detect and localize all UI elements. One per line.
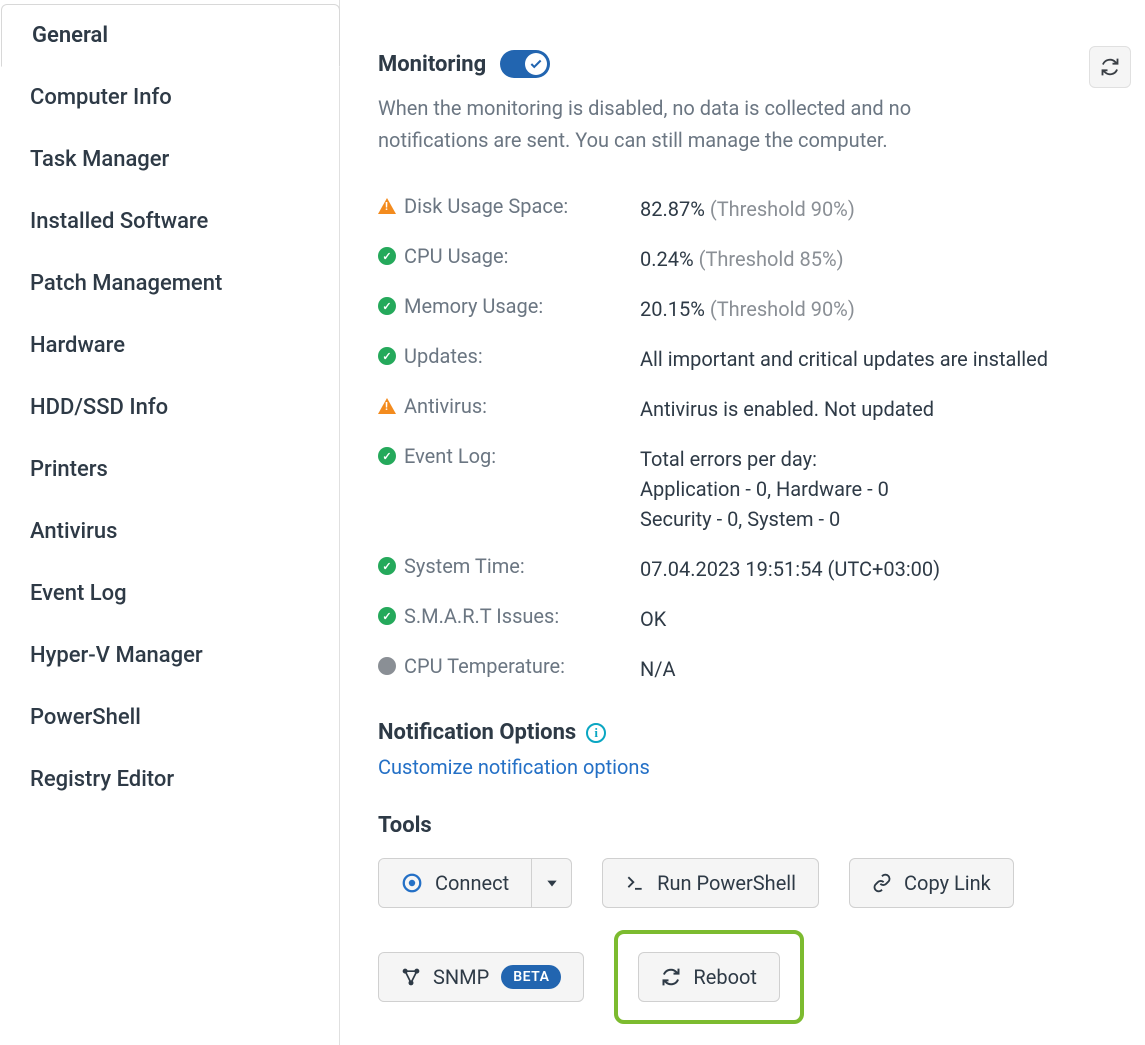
metric-value: OK xyxy=(640,604,666,634)
chevron-down-icon xyxy=(545,876,559,890)
reboot-icon xyxy=(661,967,681,987)
monitoring-toggle[interactable] xyxy=(500,50,550,78)
tab-event-log[interactable]: Event Log xyxy=(0,563,339,625)
run-powershell-button[interactable]: Run PowerShell xyxy=(602,858,819,908)
metric-memory-usage: ✓ Memory Usage: 20.15% (Threshold 90%) xyxy=(378,284,1107,334)
content-panel: Monitoring When the monitoring is disabl… xyxy=(340,0,1145,1045)
tab-hdd-ssd-info[interactable]: HDD/SSD Info xyxy=(0,377,339,439)
beta-badge: BETA xyxy=(501,965,561,989)
tab-antivirus[interactable]: Antivirus xyxy=(0,501,339,563)
tab-computer-info[interactable]: Computer Info xyxy=(0,67,339,129)
connect-split-button: Connect xyxy=(378,858,572,908)
tab-task-manager[interactable]: Task Manager xyxy=(0,129,339,191)
reboot-highlight: Reboot xyxy=(614,930,804,1024)
metric-label: S.M.A.R.T Issues: xyxy=(404,604,559,628)
notification-options-heading: Notification Options i xyxy=(378,720,606,745)
metric-disk-usage: Disk Usage Space: 82.87% (Threshold 90%) xyxy=(378,184,1107,234)
monitoring-subtext: When the monitoring is disabled, no data… xyxy=(378,92,938,156)
snmp-button[interactable]: SNMP BETA xyxy=(378,952,584,1002)
ok-icon: ✓ xyxy=(378,297,396,315)
metrics-list: Disk Usage Space: 82.87% (Threshold 90%)… xyxy=(378,184,1107,694)
metric-system-time: ✓ System Time: 07.04.2023 19:51:54 (UTC+… xyxy=(378,544,1107,594)
sidebar: General Computer Info Task Manager Insta… xyxy=(0,0,340,1045)
metric-label: Antivirus: xyxy=(404,394,487,418)
metric-value: 07.04.2023 19:51:54 (UTC+03:00) xyxy=(640,554,940,584)
connect-icon xyxy=(401,872,423,894)
metric-smart: ✓ S.M.A.R.T Issues: OK xyxy=(378,594,1107,644)
tab-powershell[interactable]: PowerShell xyxy=(0,687,339,749)
tab-hardware[interactable]: Hardware xyxy=(0,315,339,377)
na-icon xyxy=(378,657,396,675)
metric-antivirus: Antivirus: Antivirus is enabled. Not upd… xyxy=(378,384,1107,434)
tab-hyperv-manager[interactable]: Hyper-V Manager xyxy=(0,625,339,687)
metric-value: N/A xyxy=(640,654,676,684)
connect-dropdown[interactable] xyxy=(532,858,572,908)
refresh-button[interactable] xyxy=(1089,46,1131,88)
metric-label: System Time: xyxy=(404,554,525,578)
ok-icon: ✓ xyxy=(378,607,396,625)
info-icon[interactable]: i xyxy=(586,723,606,743)
terminal-icon xyxy=(625,873,645,893)
metric-cpu-usage: ✓ CPU Usage: 0.24% (Threshold 85%) xyxy=(378,234,1107,284)
metric-value: 0.24% (Threshold 85%) xyxy=(640,244,844,274)
copy-link-button[interactable]: Copy Link xyxy=(849,858,1014,908)
metric-label: CPU Temperature: xyxy=(404,654,565,678)
metric-cpu-temp: CPU Temperature: N/A xyxy=(378,644,1107,694)
metric-label: Updates: xyxy=(404,344,483,368)
warning-icon xyxy=(378,198,396,214)
tab-patch-management[interactable]: Patch Management xyxy=(0,253,339,315)
ok-icon: ✓ xyxy=(378,247,396,265)
warning-icon xyxy=(378,398,396,414)
metric-label: Event Log: xyxy=(404,444,496,468)
ok-icon: ✓ xyxy=(378,347,396,365)
tab-printers[interactable]: Printers xyxy=(0,439,339,501)
metric-value: Total errors per day: Application - 0, H… xyxy=(640,444,889,534)
customize-notifications-link[interactable]: Customize notification options xyxy=(378,755,650,779)
check-icon xyxy=(525,53,547,75)
reboot-button[interactable]: Reboot xyxy=(638,952,780,1002)
metric-value: 82.87% (Threshold 90%) xyxy=(640,194,855,224)
metric-label: Disk Usage Space: xyxy=(404,194,568,218)
metric-label: CPU Usage: xyxy=(404,244,508,268)
connect-button[interactable]: Connect xyxy=(378,858,532,908)
metric-value: All important and critical updates are i… xyxy=(640,344,1048,374)
refresh-icon xyxy=(1100,57,1120,77)
monitoring-title: Monitoring xyxy=(378,52,486,77)
tab-installed-software[interactable]: Installed Software xyxy=(0,191,339,253)
metric-event-log: ✓ Event Log: Total errors per day: Appli… xyxy=(378,434,1107,544)
ok-icon: ✓ xyxy=(378,557,396,575)
metric-value: 20.15% (Threshold 90%) xyxy=(640,294,855,324)
network-icon xyxy=(401,967,421,987)
monitoring-heading: Monitoring xyxy=(378,50,550,78)
link-icon xyxy=(872,873,892,893)
tab-registry-editor[interactable]: Registry Editor xyxy=(0,749,339,811)
tab-general[interactable]: General xyxy=(1,4,340,67)
metric-value: Antivirus is enabled. Not updated xyxy=(640,394,934,424)
metric-label: Memory Usage: xyxy=(404,294,543,318)
ok-icon: ✓ xyxy=(378,447,396,465)
metric-updates: ✓ Updates: All important and critical up… xyxy=(378,334,1107,384)
tools-heading: Tools xyxy=(378,813,1107,838)
